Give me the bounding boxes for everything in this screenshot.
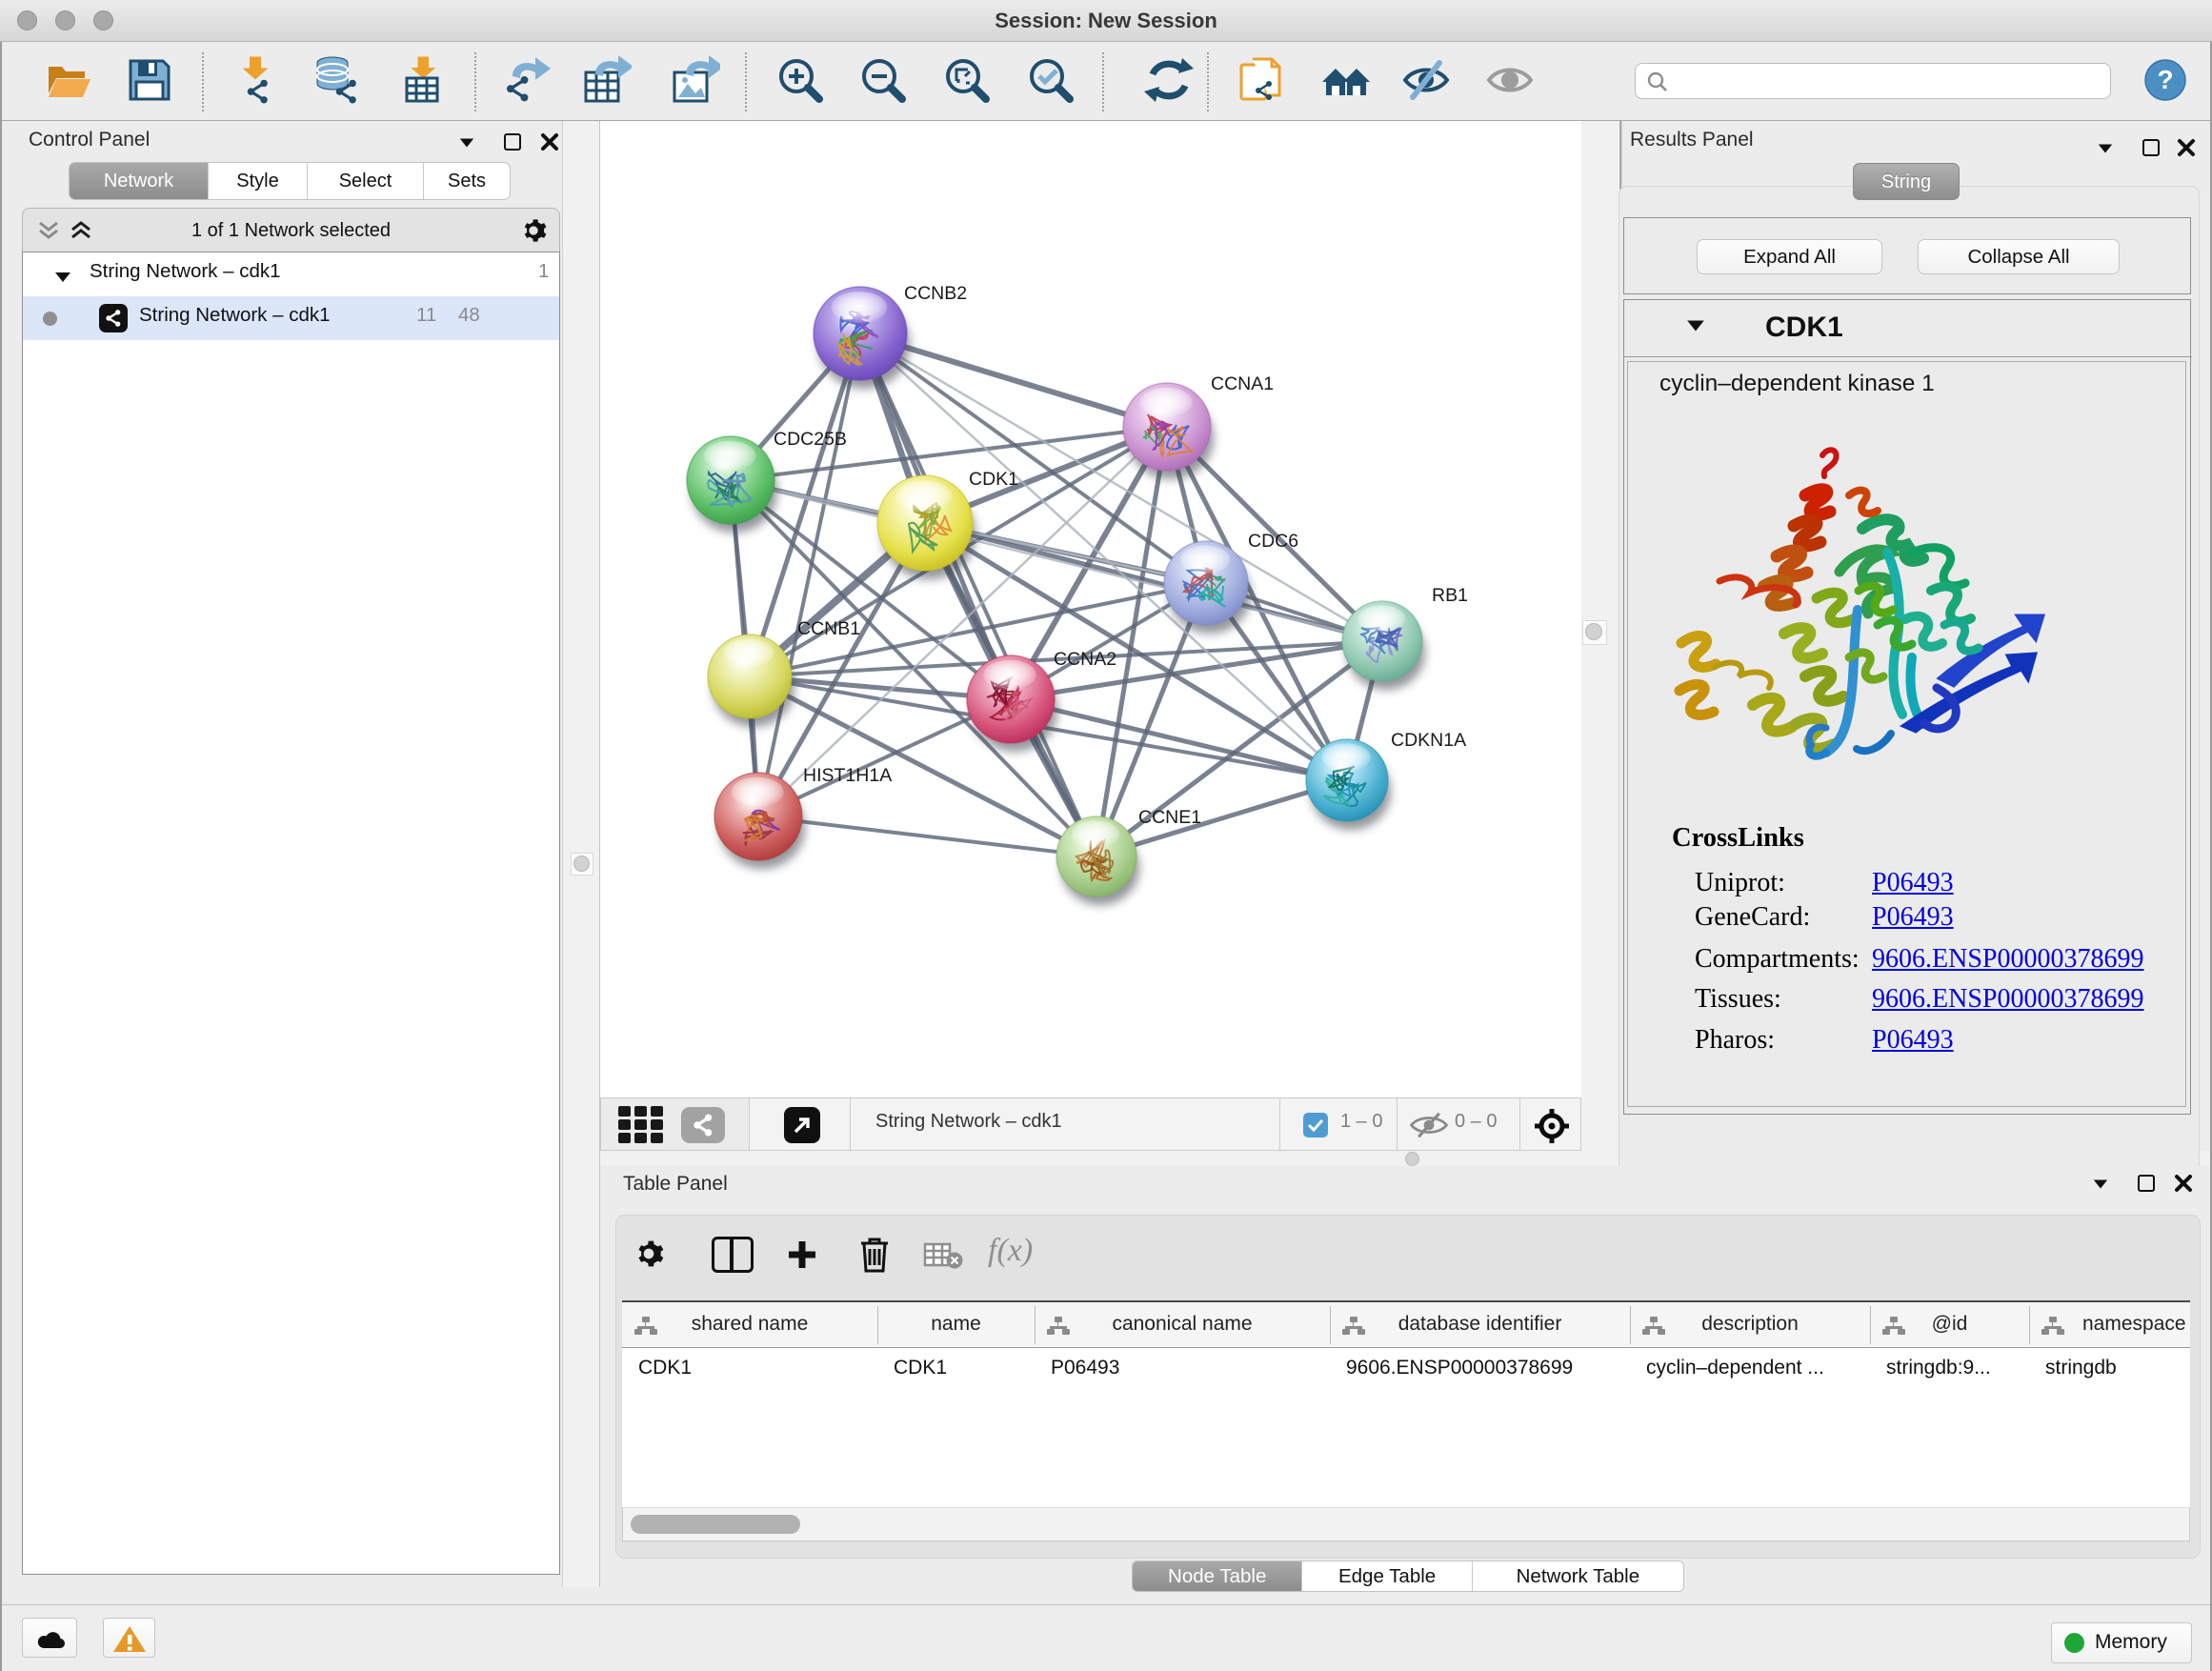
svg-text:CDKN1A: CDKN1A bbox=[1391, 730, 1466, 751]
svg-text:CCNB2: CCNB2 bbox=[904, 283, 967, 304]
svg-text:CCNA2: CCNA2 bbox=[1054, 649, 1116, 670]
svg-text:HIST1H1A: HIST1H1A bbox=[803, 765, 892, 786]
svg-text:CDC6: CDC6 bbox=[1248, 531, 1298, 552]
svg-text:CDC25B: CDC25B bbox=[774, 429, 847, 450]
svg-text:RB1: RB1 bbox=[1432, 585, 1468, 606]
svg-text:CCNA1: CCNA1 bbox=[1211, 373, 1274, 394]
svg-text:CDK1: CDK1 bbox=[969, 469, 1018, 490]
svg-text:CCNB1: CCNB1 bbox=[797, 618, 860, 639]
svg-text:?: ? bbox=[2157, 65, 2173, 94]
svg-text:CCNE1: CCNE1 bbox=[1138, 807, 1201, 828]
